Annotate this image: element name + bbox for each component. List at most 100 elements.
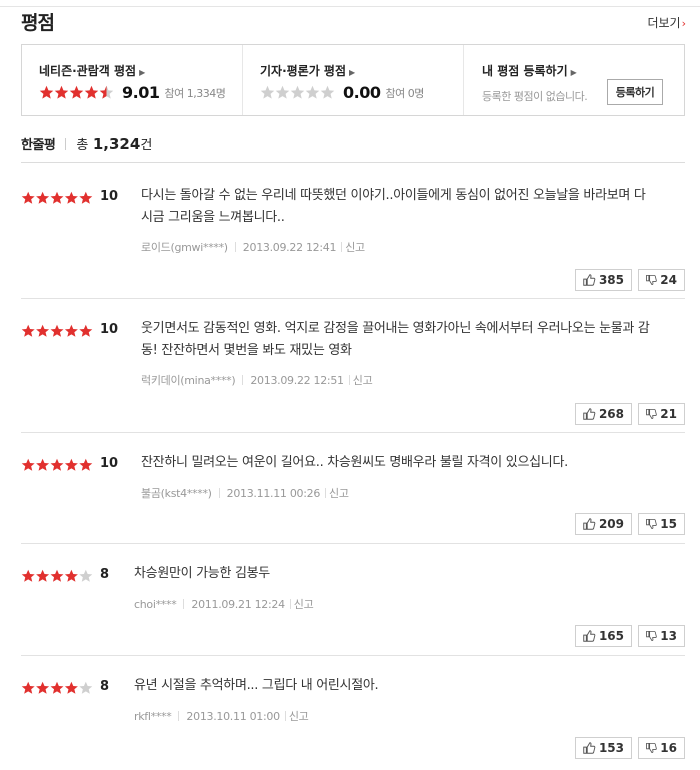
- review-user[interactable]: rkfl****: [134, 710, 172, 723]
- thumbs-up-icon: [583, 630, 596, 642]
- divider: [21, 162, 685, 163]
- divider: [325, 488, 327, 498]
- more-label: 더보기: [647, 16, 681, 30]
- review-meta: rkfl**** 2013.10.11 01:00 신고: [134, 708, 309, 724]
- review-meta: choi**** 2011.09.21 12:24 신고: [134, 596, 314, 612]
- critic-participants: 참여 0명: [385, 86, 424, 100]
- review-date: 2013.10.11 01:00: [186, 709, 280, 723]
- review-text: 차승원만이 가능한 김봉두: [134, 566, 270, 581]
- netizen-rating-title[interactable]: 네티즌·관람객 평점 ▶: [39, 62, 242, 79]
- review-user[interactable]: choi****: [134, 598, 177, 611]
- chevron-right-icon: ›: [681, 17, 686, 30]
- total-count: 1,324: [92, 134, 141, 153]
- dislike-count: 13: [660, 629, 677, 643]
- like-count: 385: [598, 273, 624, 287]
- thumbs-down-icon: [646, 408, 657, 420]
- review-score: 10: [100, 322, 119, 337]
- dislike-button[interactable]: 13: [638, 625, 685, 647]
- report-link[interactable]: 신고: [329, 485, 349, 501]
- review-user[interactable]: 로이드(gmwi****): [141, 239, 228, 255]
- netizen-score: 9.01: [122, 83, 160, 102]
- dislike-count: 15: [660, 517, 677, 531]
- divider: [178, 711, 180, 721]
- dislike-button[interactable]: 21: [638, 403, 685, 425]
- review-user[interactable]: 럭키데이(mina****): [141, 372, 236, 388]
- count-unit: 건: [140, 138, 152, 153]
- thumbs-down-icon: [646, 630, 657, 642]
- review-meta: 불곰(kst4****) 2013.11.11 00:26 신고: [141, 485, 349, 501]
- review-score: 8: [100, 679, 110, 694]
- review-text: 웃기면서도 감동적인 영화. 억지로 감정을 끌어내는 영화가아닌 속에서부터 …: [141, 321, 650, 358]
- more-link[interactable]: 더보기›: [647, 14, 686, 31]
- dislike-button[interactable]: 24: [638, 269, 685, 291]
- review-meta: 로이드(gmwi****) 2013.09.22 12:41 신고: [141, 239, 365, 255]
- dislike-button[interactable]: 15: [638, 513, 685, 535]
- review-score: 10: [100, 189, 119, 204]
- review-user[interactable]: 불곰(kst4****): [141, 485, 212, 501]
- divider: [284, 711, 286, 721]
- divider: [289, 599, 291, 609]
- review-score: 8: [100, 567, 110, 582]
- critic-rating-title[interactable]: 기자·평론가 평점 ▶: [260, 62, 463, 79]
- thumbs-down-icon: [646, 518, 657, 530]
- vote-buttons: 385 24: [575, 269, 685, 291]
- thumbs-up-icon: [583, 408, 596, 420]
- my-rating-title[interactable]: 내 평점 등록하기 ▶: [482, 62, 684, 79]
- report-link[interactable]: 신고: [353, 372, 373, 388]
- like-button[interactable]: 153: [575, 737, 632, 759]
- report-link[interactable]: 신고: [289, 708, 309, 724]
- netizen-participants: 참여 1,334명: [164, 86, 226, 100]
- review-meta: 럭키데이(mina****) 2013.09.22 12:51 신고: [141, 372, 373, 388]
- thumbs-down-icon: [646, 742, 657, 754]
- dislike-count: 21: [660, 407, 677, 421]
- divider: [21, 432, 685, 433]
- caret-right-icon: ▶: [139, 68, 146, 77]
- thumbs-up-icon: [583, 518, 596, 530]
- like-button[interactable]: 268: [575, 403, 632, 425]
- review-count-header: 한줄평 총 1,324 건: [21, 134, 152, 154]
- thumbs-up-icon: [583, 742, 596, 754]
- section-title: 평점: [21, 12, 55, 34]
- netizen-star-rating: [39, 85, 114, 100]
- review-text: 다시는 돌아갈 수 없는 우리네 따뜻했던 이야기..아이들에게 동심이 없어진…: [141, 188, 646, 225]
- like-count: 209: [598, 517, 624, 531]
- review-star-rating: [21, 681, 93, 695]
- review-score: 10: [100, 456, 119, 471]
- review-star-rating: [21, 191, 93, 205]
- dislike-button[interactable]: 16: [638, 737, 685, 759]
- thumbs-down-icon: [646, 274, 657, 286]
- divider: [21, 543, 685, 544]
- register-rating-button[interactable]: 등록하기: [607, 79, 663, 105]
- vote-buttons: 165 13: [575, 625, 685, 647]
- review-section-title: 한줄평: [21, 138, 56, 153]
- like-count: 153: [598, 741, 624, 755]
- review-text: 잔잔하니 밀려오는 여운이 길어요.. 차승원씨도 명배우라 불릴 자격이 있으…: [141, 455, 568, 470]
- caret-right-icon: ▶: [349, 68, 356, 77]
- divider: [65, 137, 67, 150]
- divider: [242, 375, 244, 385]
- vote-buttons: 209 15: [575, 513, 685, 535]
- like-button[interactable]: 165: [575, 625, 632, 647]
- vote-buttons: 268 21: [575, 403, 685, 425]
- rating-summary-box: 네티즌·관람객 평점 ▶ 9.01 참여 1,334명 기자·평론가 평점 ▶ 0.…: [21, 44, 685, 116]
- total-label: 총: [76, 138, 88, 153]
- critic-rating: 기자·평론가 평점 ▶ 0.00 참여 0명: [243, 45, 464, 115]
- divider: [21, 298, 685, 299]
- report-link[interactable]: 신고: [345, 239, 365, 255]
- caret-right-icon: ▶: [570, 68, 577, 77]
- review-star-rating: [21, 324, 93, 338]
- divider: [234, 242, 236, 252]
- review-date: 2011.09.21 12:24: [191, 597, 285, 611]
- thumbs-up-icon: [583, 274, 596, 286]
- divider: [348, 375, 350, 385]
- review-star-rating: [21, 569, 93, 583]
- like-button[interactable]: 385: [575, 269, 632, 291]
- review-star-rating: [21, 458, 93, 472]
- report-link[interactable]: 신고: [294, 596, 314, 612]
- like-button[interactable]: 209: [575, 513, 632, 535]
- review-date: 2013.09.22 12:41: [242, 240, 337, 254]
- netizen-rating: 네티즌·관람객 평점 ▶ 9.01 참여 1,334명: [22, 45, 243, 115]
- divider: [21, 655, 685, 656]
- vote-buttons: 153 16: [575, 737, 685, 759]
- top-divider: [0, 6, 700, 7]
